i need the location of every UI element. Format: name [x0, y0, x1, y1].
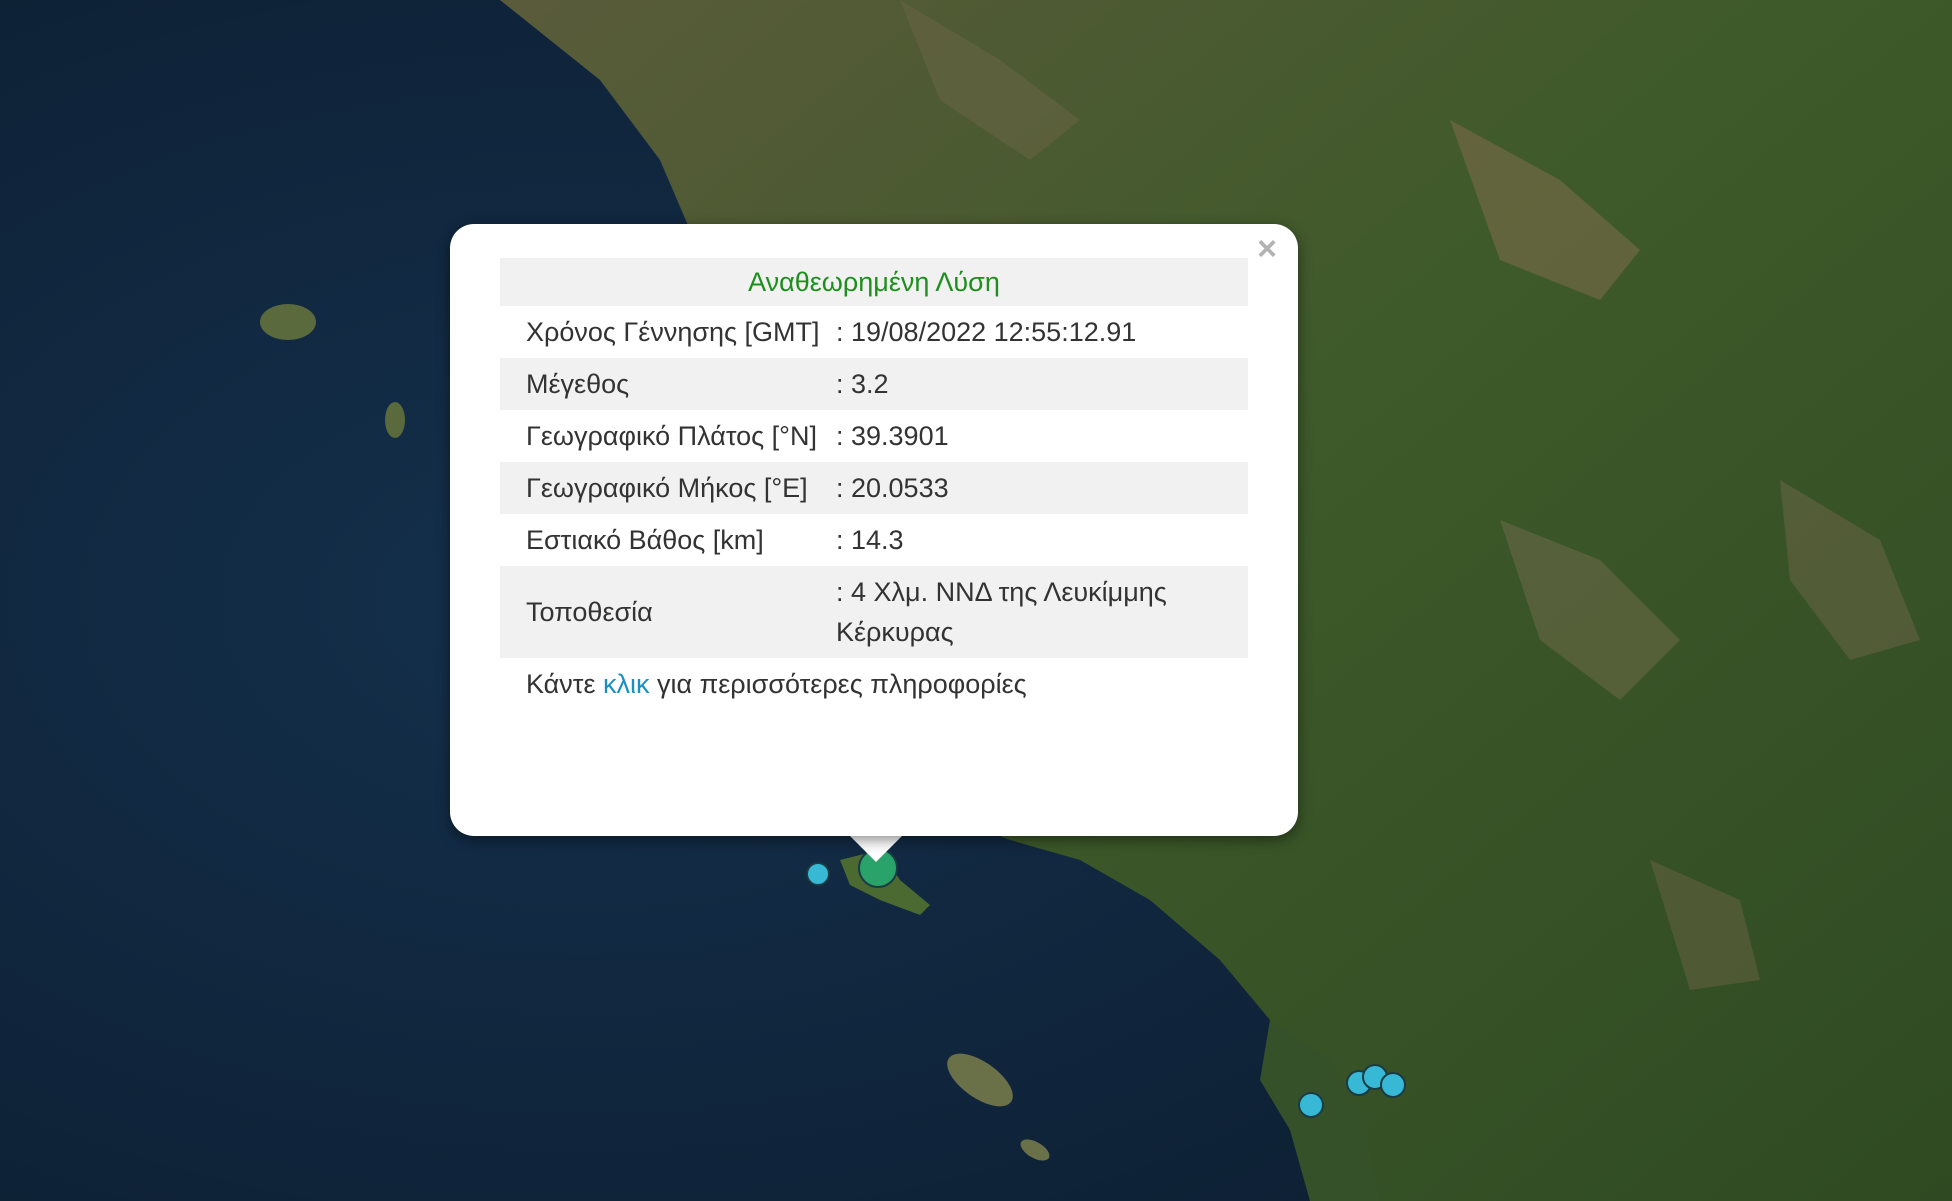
table-row: Εστιακό Βάθος [km] : 14.3 — [500, 514, 1248, 566]
island — [385, 402, 405, 438]
table-row: Γεωγραφικό Μήκος [°E] : 20.0533 — [500, 462, 1248, 514]
popup-tip — [848, 834, 904, 862]
row-value: : 3.2 — [830, 358, 1248, 410]
table-row: Μέγεθος : 3.2 — [500, 358, 1248, 410]
popup-title: Αναθεωρημένη Λύση — [500, 258, 1248, 306]
row-label: Χρόνος Γέννησης [GMT] — [526, 317, 820, 347]
more-info-prefix: Κάντε — [526, 669, 596, 699]
table-row: Γεωγραφικό Πλάτος [°N] : 39.3901 — [500, 410, 1248, 462]
row-value: : 4 Χλμ. ΝΝΔ της Λευκίμμης Κέρκυρας — [830, 566, 1248, 658]
row-label: Εστιακό Βάθος [km] — [526, 525, 764, 555]
table-row: Κάντε κλικ για περισσότερες πληροφορίες — [500, 658, 1248, 710]
earthquake-info-popup: × Αναθεωρημένη Λύση Χρόνος Γέννησης [GMT… — [450, 224, 1298, 836]
more-info-link[interactable]: κλικ — [603, 669, 650, 699]
row-label: Γεωγραφικό Μήκος [°E] — [500, 462, 830, 514]
more-info-text: Κάντε κλικ για περισσότερες πληροφορίες — [500, 658, 1248, 710]
row-value: : 39.3901 — [836, 421, 949, 451]
row-label: Γεωγραφικό Πλάτος [°N] — [526, 421, 817, 451]
table-row: Τοποθεσία : 4 Χλμ. ΝΝΔ της Λευκίμμης Κέρ… — [500, 566, 1248, 658]
table-row: Χρόνος Γέννησης [GMT] : 19/08/2022 12:55… — [500, 306, 1248, 358]
row-value: : 20.0533 — [830, 462, 1248, 514]
earthquake-info-table: Αναθεωρημένη Λύση Χρόνος Γέννησης [GMT] … — [500, 258, 1248, 710]
close-icon[interactable]: × — [1250, 232, 1284, 266]
island — [260, 304, 316, 340]
more-info-suffix: για περισσότερες πληροφορίες — [657, 669, 1027, 699]
row-label: Τοποθεσία — [500, 566, 830, 658]
earthquake-marker[interactable] — [806, 862, 830, 886]
earthquake-marker[interactable] — [1298, 1092, 1324, 1118]
row-label: Μέγεθος — [500, 358, 830, 410]
earthquake-marker[interactable] — [1380, 1072, 1406, 1098]
row-value: : 14.3 — [836, 525, 904, 555]
row-value: : 19/08/2022 12:55:12.91 — [836, 317, 1137, 347]
